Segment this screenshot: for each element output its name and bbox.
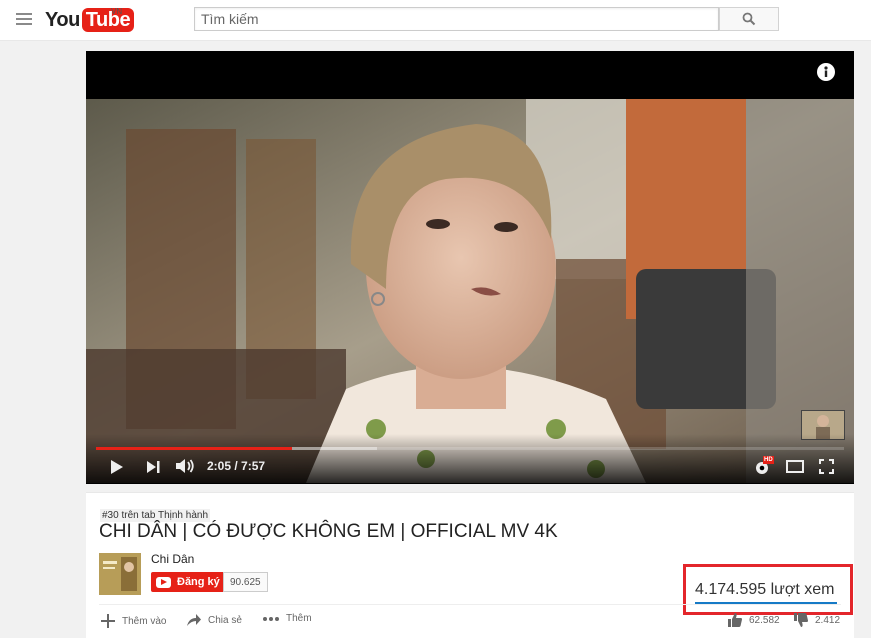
theater-icon [786,460,804,473]
fullscreen-icon [819,459,834,474]
controls-gradient [86,434,854,484]
add-to-label: Thêm vào [122,615,167,627]
search-icon [742,12,756,26]
thumbs-up-icon [728,613,742,627]
share-button[interactable]: Chia sẻ [186,613,242,627]
view-count-highlight: 4.174.595 lượt xem [683,564,853,615]
plus-icon [101,614,115,628]
logo-you-text: You [45,8,80,31]
share-icon [187,614,201,626]
video-player[interactable]: 2:05 / 7:57 HD [86,51,854,484]
search-button[interactable] [719,7,779,31]
volume-icon [176,459,194,473]
guide-menu-icon[interactable] [16,13,32,25]
thumbs-down-icon [794,613,808,627]
share-label: Chia sẻ [208,614,242,626]
fullscreen-button[interactable] [819,459,834,479]
channel-name[interactable]: Chi Dân [151,552,194,566]
add-to-button[interactable]: Thêm vào [100,613,166,629]
more-dots-icon [263,616,279,621]
volume-button[interactable] [175,458,195,479]
region-code: VN [111,7,123,16]
video-frame[interactable] [86,99,854,483]
time-display: 2:05 / 7:57 [207,459,266,473]
more-label: Thêm [286,613,312,624]
next-icon [147,461,160,473]
next-button[interactable] [147,460,160,479]
logo-tube-text: Tube [81,8,135,32]
subscribe-label: Đăng ký [177,576,220,588]
masthead: You Tube VN [0,0,871,41]
theater-mode-button[interactable] [786,460,804,478]
view-count: 4.174.595 lượt xem [695,581,835,598]
subscribe-button[interactable]: Đăng ký [151,572,228,592]
play-icon [111,460,123,474]
channel-avatar-image [99,553,141,595]
like-count: 62.582 [749,614,780,626]
progress-played [96,447,292,450]
info-card-icon[interactable] [817,63,835,81]
info-icon [824,66,828,77]
channel-avatar[interactable] [99,553,141,595]
video-info-card: #30 trên tab Thịnh hành CHI DÂN | CÓ ĐƯỢ… [86,492,854,638]
like-button[interactable]: 62.582 [727,612,780,628]
video-still-image [86,99,854,483]
settings-button[interactable]: HD [754,456,774,481]
video-title: CHI DÂN | CÓ ĐƯỢC KHÔNG EM | OFFICIAL MV… [99,521,558,542]
subscriber-count: 90.625 [223,572,268,592]
youtube-play-icon [156,576,171,588]
progress-bar[interactable] [96,447,844,450]
hd-badge: HD [763,456,774,464]
search-input[interactable] [194,7,719,31]
dislike-count: 2.412 [815,614,841,626]
dislike-button[interactable]: 2.412 [793,612,840,628]
more-button[interactable]: Thêm [262,613,312,624]
play-button[interactable] [110,459,124,480]
divider [99,604,841,605]
